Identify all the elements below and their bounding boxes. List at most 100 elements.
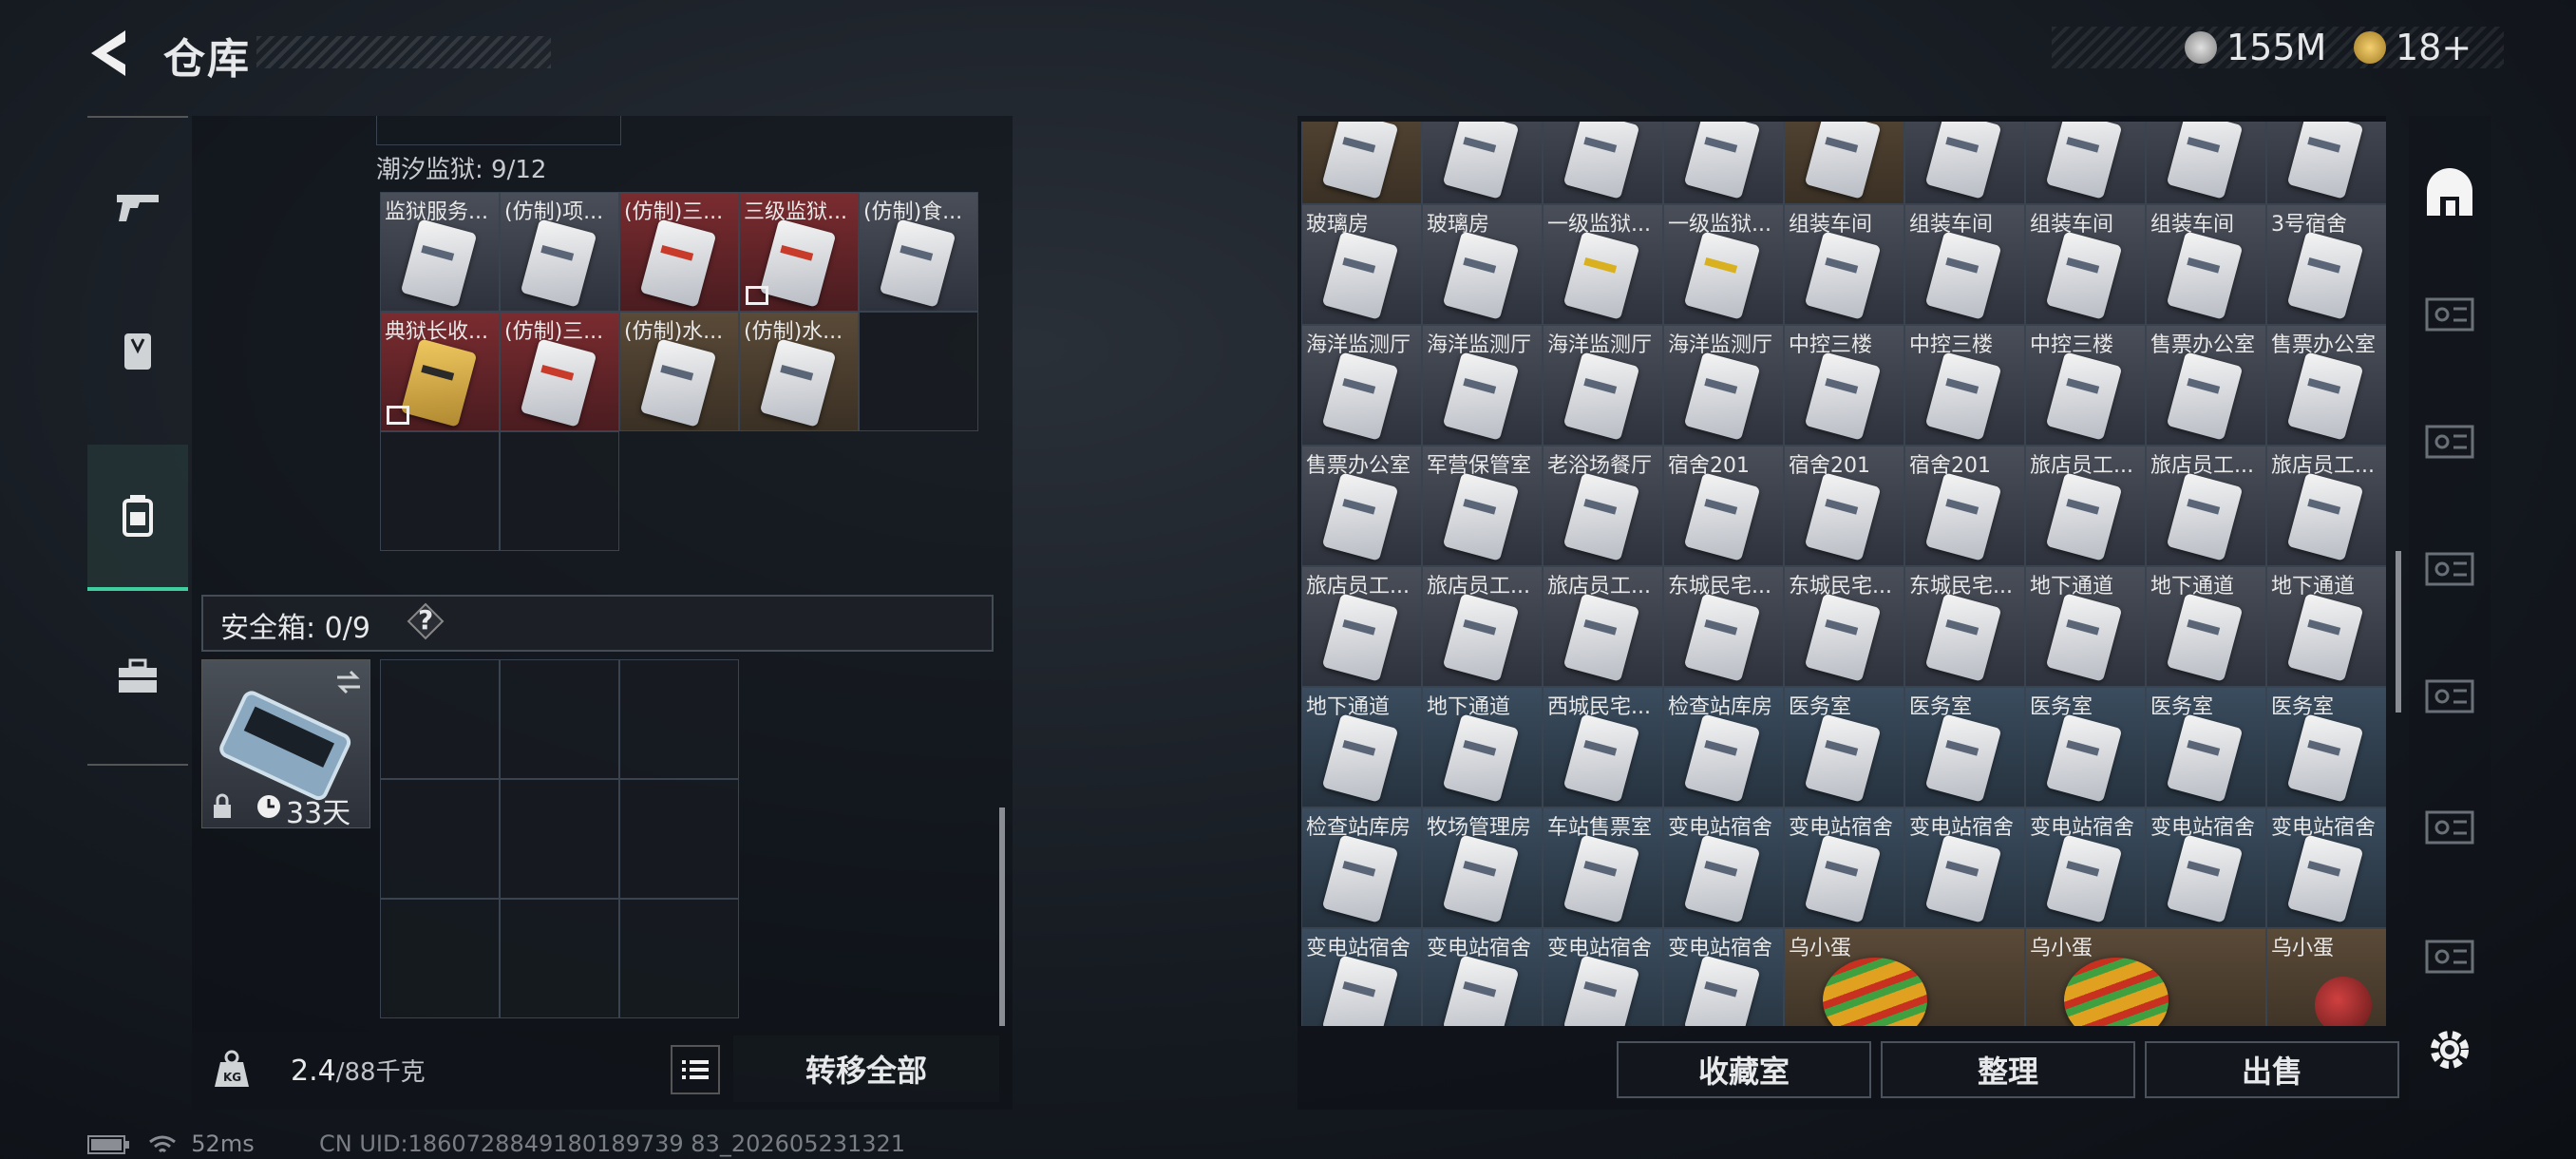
- stash-slot-item[interactable]: 乌小蛋: [2266, 928, 2386, 1026]
- stash-slot-item[interactable]: 变电站宿舍: [1784, 808, 1904, 928]
- stash-slot-item[interactable]: 中控三楼: [1904, 325, 2025, 446]
- stash-slot-item[interactable]: 海洋监测厅: [1543, 325, 1663, 446]
- right-nav-slot[interactable]: [2416, 794, 2483, 861]
- stash-scrollbar[interactable]: [2396, 551, 2401, 712]
- safe-box-item[interactable]: 33天: [201, 659, 370, 830]
- stash-slot-item[interactable]: 海洋监测厅: [1422, 325, 1543, 446]
- stash-slot-item[interactable]: 军营保管室: [1422, 446, 1543, 566]
- briefcase-tab[interactable]: [87, 606, 188, 749]
- stash-slot-item[interactable]: 检查站库房: [1301, 808, 1422, 928]
- stash-slot-item[interactable]: 海洋监测厅: [1663, 325, 1784, 446]
- stash-slot-item[interactable]: 变电站宿舍: [1663, 808, 1784, 928]
- container-slot-item[interactable]: 三级监狱...: [739, 192, 859, 312]
- stash-slot-item[interactable]: [1663, 122, 1784, 204]
- stash-slot-item[interactable]: 变电站宿舍: [1663, 928, 1784, 1026]
- right-nav-slot[interactable]: [2416, 536, 2483, 602]
- container-slot-item[interactable]: (仿制)三...: [619, 192, 739, 312]
- container-slot-item[interactable]: 典狱长收...: [380, 312, 500, 431]
- container-slot-item[interactable]: (仿制)食...: [859, 192, 978, 312]
- container-slot-item[interactable]: (仿制)水...: [619, 312, 739, 431]
- stash-slot-item[interactable]: 变电站宿舍: [2266, 808, 2386, 928]
- stash-slot-item[interactable]: 老浴场餐厅: [1543, 446, 1663, 566]
- stash-slot-item[interactable]: 旅店员工...: [2025, 446, 2146, 566]
- stash-slot-item[interactable]: 变电站宿舍: [1904, 808, 2025, 928]
- right-nav-slot[interactable]: [2416, 663, 2483, 730]
- container-slot-item[interactable]: (仿制)水...: [739, 312, 859, 431]
- transfer-all-button[interactable]: 转移全部: [733, 1036, 999, 1102]
- weapon-tab[interactable]: [87, 137, 188, 279]
- stash-slot-item[interactable]: 医务室: [2146, 687, 2266, 808]
- safe-box-slot[interactable]: [619, 659, 739, 779]
- stash-slot-item[interactable]: 组装车间: [2146, 204, 2266, 325]
- container-slot-item[interactable]: 监狱服务...: [380, 192, 500, 312]
- stash-slot-item[interactable]: 检查站库房: [1663, 687, 1784, 808]
- safe-box-slot[interactable]: [380, 899, 500, 1018]
- container-slot-item[interactable]: (仿制)三...: [500, 312, 619, 431]
- stash-slot-item[interactable]: 医务室: [1904, 687, 2025, 808]
- stash-slot-item[interactable]: 玻璃房: [1301, 204, 1422, 325]
- stash-slot-item[interactable]: 一级监狱...: [1543, 204, 1663, 325]
- sell-button[interactable]: 出售: [2145, 1041, 2399, 1098]
- safe-box-slot[interactable]: [619, 899, 739, 1018]
- stash-slot-item[interactable]: 地下通道: [2025, 566, 2146, 687]
- armor-tab[interactable]: [87, 279, 188, 422]
- container-slot-item[interactable]: (仿制)项...: [500, 192, 619, 312]
- stash-slot-item[interactable]: 乌小蛋: [1784, 928, 2025, 1026]
- backpack-tab[interactable]: [87, 445, 188, 591]
- stash-slot-item[interactable]: 售票办公室: [2266, 325, 2386, 446]
- stash-slot-item[interactable]: 东城民宅...: [1904, 566, 2025, 687]
- stash-slot-item[interactable]: 海洋监测厅: [1301, 325, 1422, 446]
- stash-slot-item[interactable]: 医务室: [2025, 687, 2146, 808]
- stash-slot-item[interactable]: 车站售票室: [1543, 808, 1663, 928]
- stash-slot-item[interactable]: 变电站宿舍: [1422, 928, 1543, 1026]
- stash-slot-item[interactable]: 中控三楼: [2025, 325, 2146, 446]
- stash-slot-item[interactable]: 组装车间: [1904, 204, 2025, 325]
- stash-slot-item[interactable]: [1543, 122, 1663, 204]
- container-slot-empty[interactable]: [500, 431, 619, 551]
- stash-slot-item[interactable]: 宿舍201: [1904, 446, 2025, 566]
- stash-slot-item[interactable]: 医务室: [2266, 687, 2386, 808]
- list-view-button[interactable]: [671, 1045, 720, 1094]
- stash-slot-item[interactable]: 旅店员工...: [2146, 446, 2266, 566]
- back-arrow-icon[interactable]: [87, 27, 133, 80]
- stash-slot-item[interactable]: 中控三楼: [1784, 325, 1904, 446]
- stash-slot-item[interactable]: 宿舍201: [1784, 446, 1904, 566]
- stash-slot-item[interactable]: [2266, 122, 2386, 204]
- left-scrollbar[interactable]: [999, 808, 1005, 1026]
- settings-button[interactable]: [2416, 1016, 2483, 1083]
- container-slot-empty[interactable]: [380, 431, 500, 551]
- stash-slot-item[interactable]: 地下通道: [2146, 566, 2266, 687]
- safe-box-slot[interactable]: [500, 659, 619, 779]
- stash-slot-item[interactable]: 组装车间: [1784, 204, 1904, 325]
- stash-slot-item[interactable]: 旅店员工...: [1543, 566, 1663, 687]
- stash-slot-item[interactable]: 旅店员工...: [1301, 566, 1422, 687]
- collection-room-button[interactable]: 收藏室: [1617, 1041, 1871, 1098]
- stash-slot-item[interactable]: 东城民宅...: [1663, 566, 1784, 687]
- safe-box-slot[interactable]: [500, 899, 619, 1018]
- stash-slot-item[interactable]: 牧场管理房: [1422, 808, 1543, 928]
- safe-box-slot[interactable]: [619, 779, 739, 899]
- stash-slot-item[interactable]: 3号宿舍: [2266, 204, 2386, 325]
- stash-slot-item[interactable]: 变电站宿舍: [1301, 928, 1422, 1026]
- safe-box-slot[interactable]: [380, 659, 500, 779]
- stash-slot-item[interactable]: [1784, 122, 1904, 204]
- right-nav-slot[interactable]: [2416, 281, 2483, 348]
- help-button[interactable]: ?: [407, 602, 445, 640]
- stash-slot-item[interactable]: 地下通道: [2266, 566, 2386, 687]
- stash-slot-item[interactable]: 地下通道: [1422, 687, 1543, 808]
- stash-slot-item[interactable]: 变电站宿舍: [1543, 928, 1663, 1026]
- stash-slot-item[interactable]: 售票办公室: [1301, 446, 1422, 566]
- stash-slot-item[interactable]: [1301, 122, 1422, 204]
- stash-slot-item[interactable]: 变电站宿舍: [2146, 808, 2266, 928]
- stash-slot-item[interactable]: 变电站宿舍: [2025, 808, 2146, 928]
- safe-box-slot[interactable]: [380, 779, 500, 899]
- stash-slot-item[interactable]: [1422, 122, 1543, 204]
- container-slot-empty[interactable]: [859, 312, 978, 431]
- right-nav-slot[interactable]: [2416, 408, 2483, 475]
- stash-slot-item[interactable]: 乌小蛋: [2025, 928, 2266, 1026]
- stash-slot-item[interactable]: 售票办公室: [2146, 325, 2266, 446]
- stash-slot-item[interactable]: [2146, 122, 2266, 204]
- stash-slot-item[interactable]: 地下通道: [1301, 687, 1422, 808]
- stash-slot-item[interactable]: 宿舍201: [1663, 446, 1784, 566]
- right-nav-slot[interactable]: [2416, 923, 2483, 990]
